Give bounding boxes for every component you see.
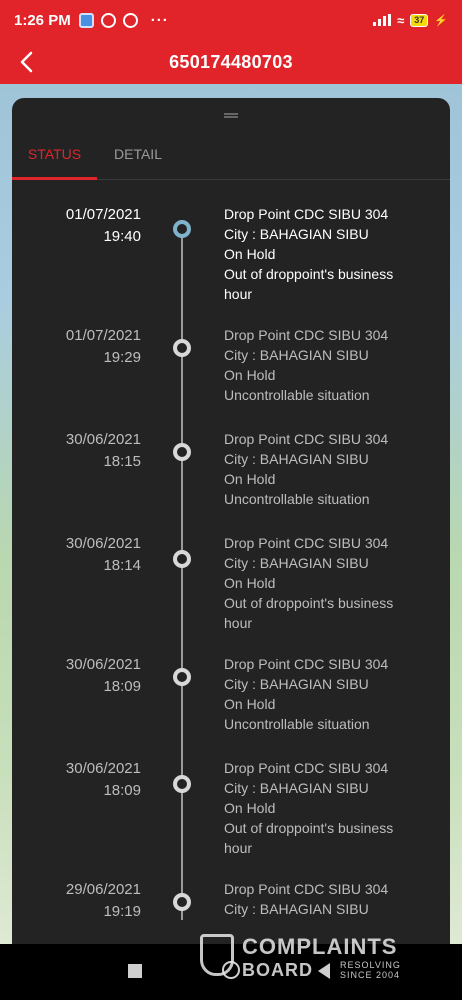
status-dot — [173, 339, 191, 357]
page-title: 650174480703 — [169, 51, 293, 72]
event-date: 29/06/2021 — [65, 881, 141, 898]
event-city: City : BAHAGIAN SIBU — [224, 780, 369, 796]
event-status: On Hold — [224, 800, 276, 816]
status-dot — [173, 443, 191, 461]
status-dot — [173, 893, 191, 911]
watermark-line3: RESOLVING SINCE 2004 — [340, 960, 401, 980]
shield-icon — [200, 934, 234, 976]
charging-icon: ⚡ — [434, 14, 448, 27]
wifi-icon: ≈ — [397, 12, 405, 28]
tab-bar: STATUS DETAIL — [12, 138, 450, 180]
event-location: Drop Point CDC SIBU 304 — [224, 431, 389, 447]
status-time: 1:26 PM — [14, 11, 71, 29]
event-city: City : BAHAGIAN SIBU — [224, 555, 369, 571]
back-button[interactable] — [14, 48, 42, 76]
event-city: City : BAHAGIAN SIBU — [224, 901, 369, 917]
event-time: 19:19 — [103, 903, 141, 920]
event-reason: Out of droppoint's business hour — [224, 266, 394, 302]
event-time: 18:14 — [103, 557, 141, 574]
chevron-left-icon — [20, 51, 33, 73]
event-time: 19:40 — [103, 228, 141, 245]
event-reason: Uncontrollable situation — [224, 387, 370, 403]
event-time: 19:29 — [103, 349, 141, 366]
event-date: 30/06/2021 — [65, 760, 141, 777]
event-time: 18:09 — [103, 782, 141, 799]
signal-icon — [373, 14, 392, 26]
event-location: Drop Point CDC SIBU 304 — [224, 656, 389, 672]
status-dot — [173, 550, 191, 568]
event-status: On Hold — [224, 575, 276, 591]
drag-handle[interactable] — [224, 113, 238, 118]
event-status: On Hold — [224, 471, 276, 487]
event-city: City : BAHAGIAN SIBU — [224, 451, 369, 467]
event-date: 01/07/2021 — [65, 327, 141, 344]
watermark-line1: COMPLAINTS — [242, 934, 398, 959]
watermark-line2: BOARD — [242, 960, 313, 980]
event-date: 30/06/2021 — [65, 431, 141, 448]
status-timeline: 01/07/2021 19:40 Drop Point CDC SIBU 304 … — [12, 180, 450, 944]
event-date: 30/06/2021 — [65, 535, 141, 552]
current-status-dot — [173, 220, 191, 238]
battery-icon: 37 — [410, 13, 429, 27]
chrome-icon — [100, 12, 116, 28]
event-city: City : BAHAGIAN SIBU — [224, 676, 369, 692]
event-location: Drop Point CDC SIBU 304 — [224, 327, 389, 343]
more-notifications-icon: ··· — [150, 11, 169, 29]
event-reason: Out of droppoint's business hour — [224, 820, 394, 856]
event-reason: Uncontrollable situation — [224, 716, 370, 732]
event-location: Drop Point CDC SIBU 304 — [224, 881, 389, 897]
tracking-sheet: STATUS DETAIL 01/07/2021 19:40 Drop Point… — [12, 98, 450, 944]
notification-app-icon — [78, 12, 94, 28]
event-date: 01/07/2021 — [65, 206, 141, 223]
home-square-icon[interactable] — [128, 964, 142, 978]
status-dot — [173, 668, 191, 686]
event-time: 18:09 — [103, 678, 141, 695]
event-time: 18:15 — [103, 453, 141, 470]
tab-status[interactable]: STATUS — [12, 138, 97, 180]
tab-detail[interactable]: DETAIL — [102, 138, 174, 180]
event-status: On Hold — [224, 367, 276, 383]
event-city: City : BAHAGIAN SIBU — [224, 347, 369, 363]
event-reason: Uncontrollable situation — [224, 491, 370, 507]
event-status: On Hold — [224, 696, 276, 712]
app-bar: 650174480703 — [0, 40, 462, 84]
chrome-icon — [122, 12, 138, 28]
status-dot — [173, 775, 191, 793]
event-location: Drop Point CDC SIBU 304 — [224, 760, 389, 776]
event-location: Drop Point CDC SIBU 304 — [224, 535, 389, 551]
event-location: Drop Point CDC SIBU 304 — [224, 206, 389, 222]
event-date: 30/06/2021 — [65, 656, 141, 673]
event-reason: Out of droppoint's business hour — [224, 595, 394, 631]
event-city: City : BAHAGIAN SIBU — [224, 226, 369, 242]
status-bar: 1:26 PM ··· ≈ 37 ⚡ — [0, 0, 462, 40]
event-status: On Hold — [224, 246, 276, 262]
watermark-logo: COMPLAINTS BOARD RESOLVING SINCE 2004 — [200, 934, 420, 984]
timeline-line — [181, 230, 183, 920]
